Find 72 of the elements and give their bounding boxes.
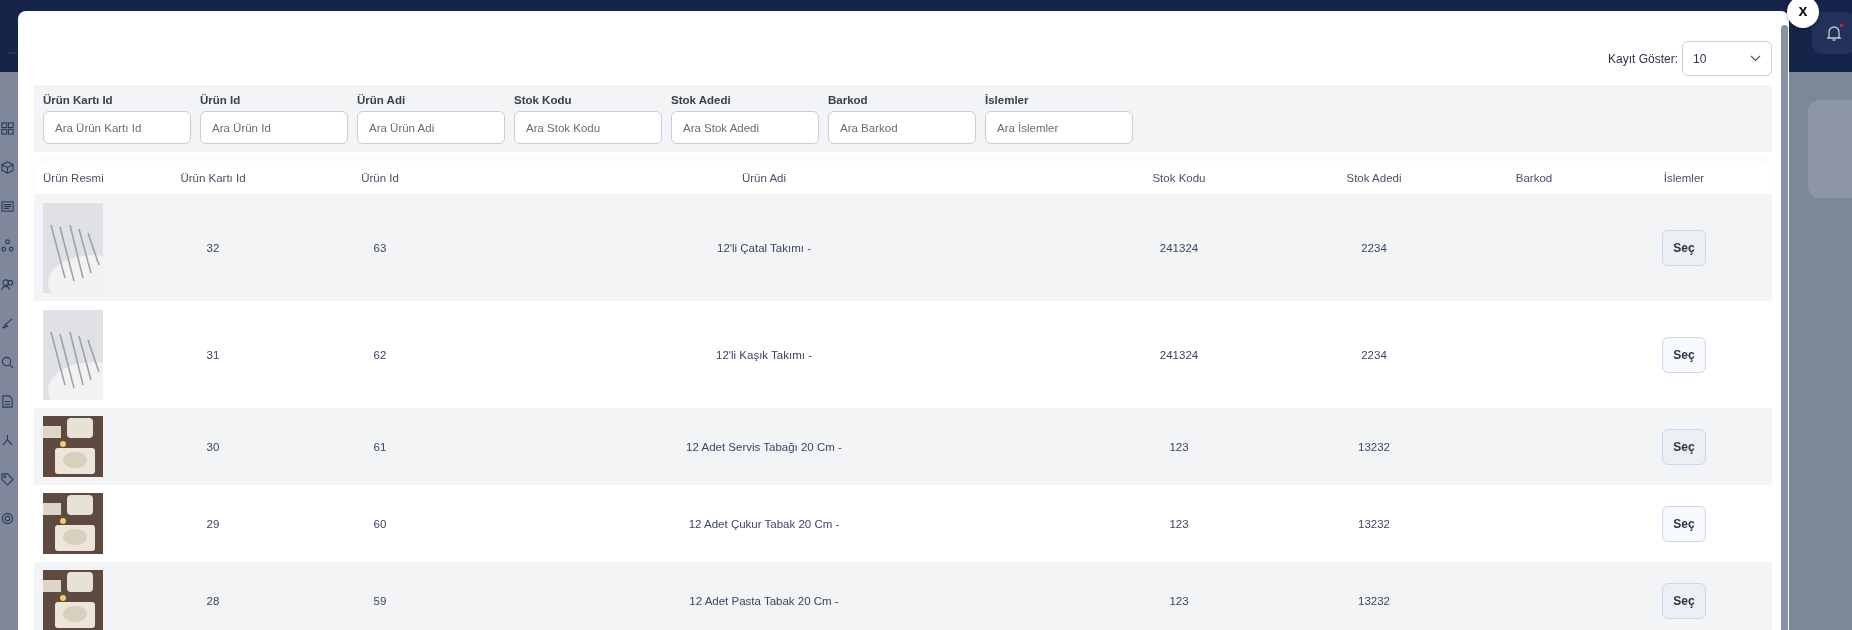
search-icon[interactable] xyxy=(1,356,14,369)
table-cell: 12'li Çatal Takımı - xyxy=(717,241,811,254)
select-button[interactable]: Seç xyxy=(1662,505,1706,542)
photo-placeholder xyxy=(43,493,103,554)
column-header: Stok Adedi xyxy=(1346,171,1402,184)
filter-label: Stok Kodu xyxy=(514,94,573,106)
settings-icon[interactable] xyxy=(1,512,14,525)
table-cell: 13232 xyxy=(1358,440,1390,453)
photo-placeholder xyxy=(43,570,103,630)
table-cell: 62 xyxy=(373,348,387,361)
users-icon[interactable] xyxy=(1,278,14,291)
column-header: Barkod xyxy=(1515,171,1553,184)
table-cell: 31 xyxy=(206,348,220,361)
filter-label: Ürün Id xyxy=(200,94,242,106)
grid-icon[interactable] xyxy=(1,122,14,135)
filter-label: Barkod xyxy=(828,94,869,106)
tag-icon[interactable] xyxy=(1,473,14,486)
table-cell: 13232 xyxy=(1358,594,1390,607)
document-icon[interactable] xyxy=(1,395,14,408)
nodes-icon[interactable] xyxy=(1,239,14,252)
table-cell: 123 xyxy=(1169,517,1189,530)
table-cell: 13232 xyxy=(1358,517,1390,530)
notification-button[interactable] xyxy=(1812,12,1852,54)
search-field[interactable]: Ara Ürün Kartı Id xyxy=(43,111,191,144)
brush-icon[interactable] xyxy=(1,317,14,330)
table-cell: 12 Adet Servis Tabağı 20 Cm - xyxy=(686,440,842,453)
search-field[interactable]: Ara Stok Kodu xyxy=(514,111,662,144)
table-cell: 2234 xyxy=(1361,241,1387,254)
bell-icon xyxy=(1824,23,1844,43)
fork-icon[interactable] xyxy=(1,434,14,447)
select-button[interactable]: Seç xyxy=(1662,336,1706,373)
table-cell: 63 xyxy=(373,241,387,254)
search-field[interactable]: Ara Stok Adedi xyxy=(671,111,819,144)
filter-label: Stok Adedi xyxy=(671,94,732,106)
column-header: Ürün Resmi xyxy=(42,171,104,184)
table-cell: 241324 xyxy=(1159,241,1199,254)
page-size-label: Kayıt Göster: xyxy=(1607,51,1678,66)
chevron-down-icon xyxy=(1750,55,1761,62)
column-header: Ürün Kartı Id xyxy=(180,171,246,184)
column-header: Ürün Adi xyxy=(741,171,787,184)
table-cell: 60 xyxy=(373,517,387,530)
search-field[interactable]: Ara Ürün Adi xyxy=(357,111,505,144)
table-cell: 12'li Kaşık Takımı - xyxy=(716,348,812,361)
select-button[interactable]: Seç xyxy=(1662,229,1706,266)
table-cell: 123 xyxy=(1169,440,1189,453)
table-cell: 29 xyxy=(206,517,220,530)
table-cell: 30 xyxy=(206,440,220,453)
table-cell: 61 xyxy=(373,440,387,453)
filter-label: İslemler xyxy=(985,94,1030,106)
table-cell: 28 xyxy=(206,594,220,607)
table-cell: 12 Adet Çukur Tabak 20 Cm - xyxy=(688,517,840,530)
table-cell: 241324 xyxy=(1159,348,1199,361)
page-size-select[interactable]: 10 xyxy=(1682,41,1772,76)
table-cell: 12 Adet Pasta Tabak 20 Cm - xyxy=(689,594,839,607)
table-cell: 2234 xyxy=(1361,348,1387,361)
table-cell: 32 xyxy=(206,241,220,254)
search-field[interactable]: Ara Ürün Id xyxy=(200,111,348,144)
column-header: Stok Kodu xyxy=(1152,171,1206,184)
table-cell: 59 xyxy=(373,594,387,607)
search-field[interactable]: Ara İslemler xyxy=(985,111,1133,144)
select-button[interactable]: Seç xyxy=(1662,582,1706,619)
column-header: İslemler xyxy=(1663,171,1705,184)
filter-label: Ürün Adi xyxy=(357,94,407,106)
column-header: Ürün Id xyxy=(361,171,399,184)
search-field[interactable]: Ara Barkod xyxy=(828,111,976,144)
photo-placeholder xyxy=(43,416,103,477)
filter-label: Ürün Kartı Id xyxy=(43,94,114,106)
list-icon[interactable] xyxy=(1,200,14,213)
scrollbar[interactable] xyxy=(1781,25,1788,630)
select-button[interactable]: Seç xyxy=(1662,428,1706,465)
table-cell: 123 xyxy=(1169,594,1189,607)
box-icon[interactable] xyxy=(1,161,14,174)
